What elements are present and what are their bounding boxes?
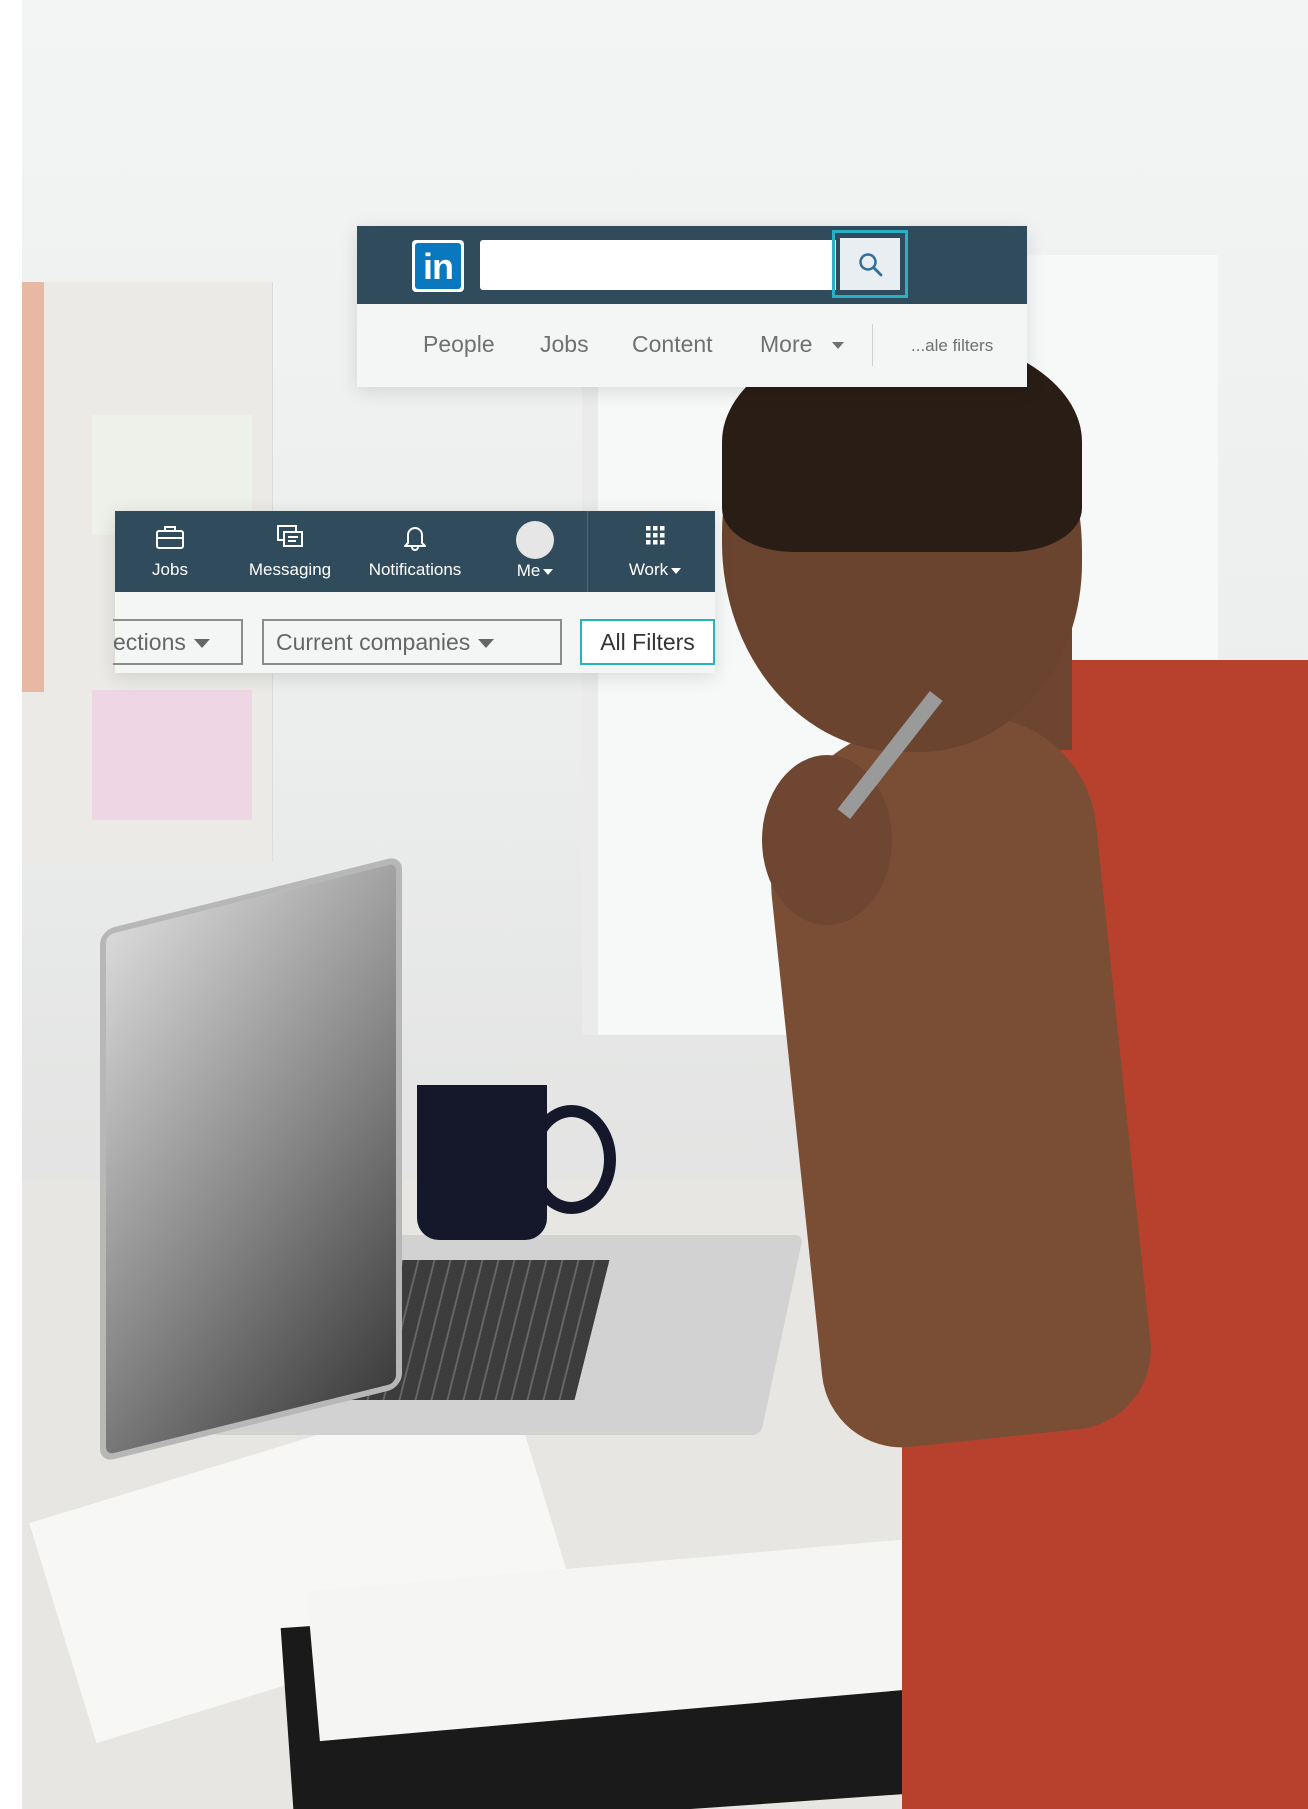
chevron-down-icon (478, 639, 495, 649)
connections-filter[interactable]: ections (113, 619, 243, 665)
search-tabs: People Jobs Content More ...ale filters (357, 304, 1027, 387)
coffee-mug (417, 1085, 547, 1240)
nav-label-jobs: Jobs (152, 560, 188, 579)
messaging-icon (277, 525, 303, 547)
briefcase-icon (156, 526, 184, 549)
current-companies-label: Current companies (276, 629, 471, 655)
search-button[interactable] (832, 230, 908, 298)
filters-link[interactable]: ...ale filters (911, 336, 993, 356)
nav-label-notifications: Notifications (368, 560, 462, 579)
search-button-face (840, 238, 900, 290)
connections-filter-label: ections (113, 629, 186, 655)
chevron-down-icon (832, 342, 844, 349)
grid-icon (646, 526, 665, 545)
search-header: in (357, 226, 1027, 304)
tab-jobs[interactable]: Jobs (540, 331, 589, 358)
tab-more[interactable]: More (760, 331, 812, 358)
nav-item-messaging[interactable]: Messaging (240, 523, 340, 580)
divider (872, 324, 873, 366)
page-margin (0, 0, 22, 1809)
nav-item-work[interactable]: Work (615, 523, 695, 580)
board-note (92, 690, 252, 820)
search-bar-card: in People Jobs Content More ...ale filte… (357, 226, 1027, 387)
current-companies-filter[interactable]: Current companies (262, 619, 562, 665)
laptop-screen (100, 855, 402, 1463)
chevron-down-icon (193, 639, 210, 649)
chevron-down-icon (543, 568, 554, 575)
bell-icon (404, 527, 426, 551)
linkedin-logo[interactable]: in (412, 240, 464, 292)
logo-text: in (415, 243, 461, 289)
nav-label-messaging: Messaging (248, 560, 332, 579)
nav-item-jobs[interactable]: Jobs (135, 523, 205, 580)
chevron-down-icon (671, 567, 682, 574)
filter-row: ections Current companies All Filters (113, 592, 715, 673)
tab-people[interactable]: People (423, 331, 495, 358)
all-filters-button[interactable]: All Filters (580, 619, 715, 665)
nav-label-work: Work (615, 560, 695, 580)
tab-content[interactable]: Content (632, 331, 713, 358)
search-icon (859, 253, 883, 277)
nav-divider (587, 511, 588, 592)
global-nav: Jobs Messaging Notifications Me Work (115, 511, 715, 592)
nav-label-me: Me (495, 561, 575, 581)
board-strip (22, 282, 44, 692)
avatar (516, 521, 554, 559)
nav-item-me[interactable]: Me (495, 521, 575, 581)
nav-item-notifications[interactable]: Notifications (355, 523, 475, 580)
nav-bar-card: Jobs Messaging Notifications Me Work ect… (113, 511, 715, 673)
search-input[interactable] (480, 240, 836, 290)
